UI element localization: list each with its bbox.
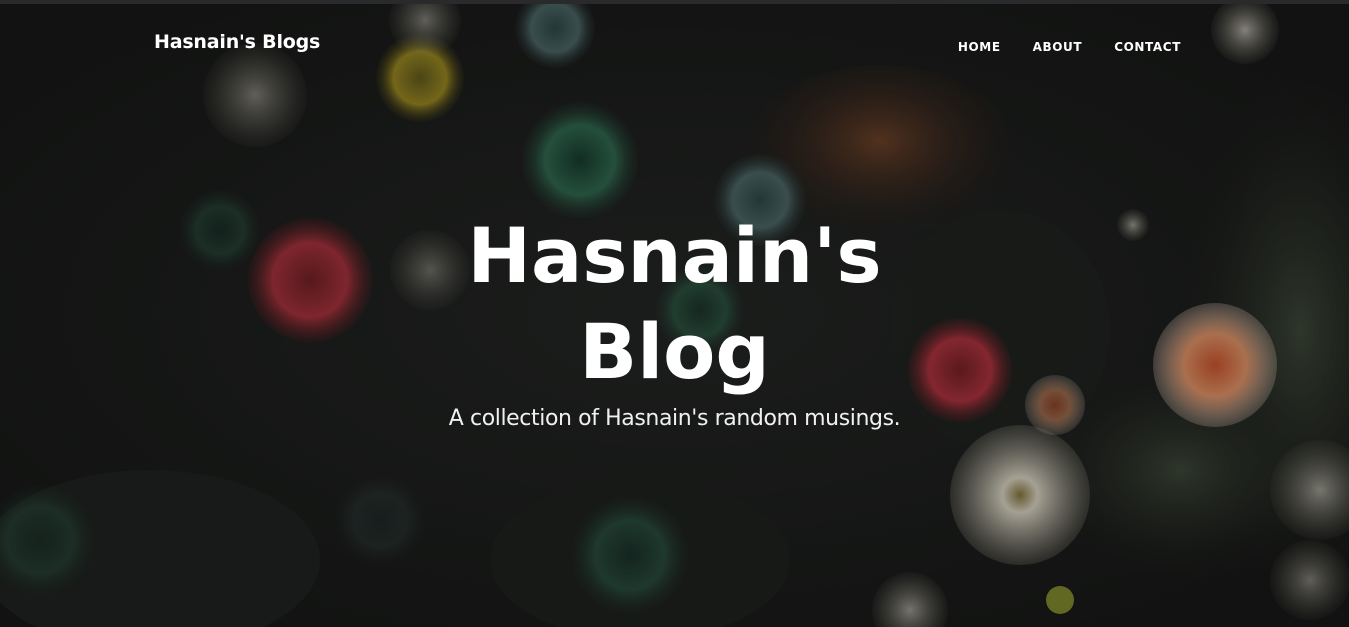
hero-title: Hasnain's Blog	[467, 211, 882, 396]
browser-top-line	[0, 0, 1349, 4]
hero-heading-block: Hasnain's Blog A collection of Hasnain's…	[0, 208, 1349, 434]
nav-link-contact[interactable]: CONTACT	[1114, 40, 1181, 54]
nav-item-home: HOME	[958, 36, 1001, 55]
nav-link-about[interactable]: ABOUT	[1033, 40, 1083, 54]
nav-links: HOME ABOUT CONTACT	[958, 36, 1181, 55]
nav-item-contact: CONTACT	[1114, 36, 1181, 55]
page: Hasnain's Blogs HOME ABOUT CONTACT Hasna…	[0, 0, 1349, 627]
nav-item-about: ABOUT	[1033, 36, 1083, 55]
main-nav: Hasnain's Blogs HOME ABOUT CONTACT	[0, 4, 1349, 84]
brand-link[interactable]: Hasnain's Blogs	[154, 31, 320, 53]
hero-subtitle: A collection of Hasnain's random musings…	[448, 406, 901, 431]
nav-link-home[interactable]: HOME	[958, 40, 1001, 54]
